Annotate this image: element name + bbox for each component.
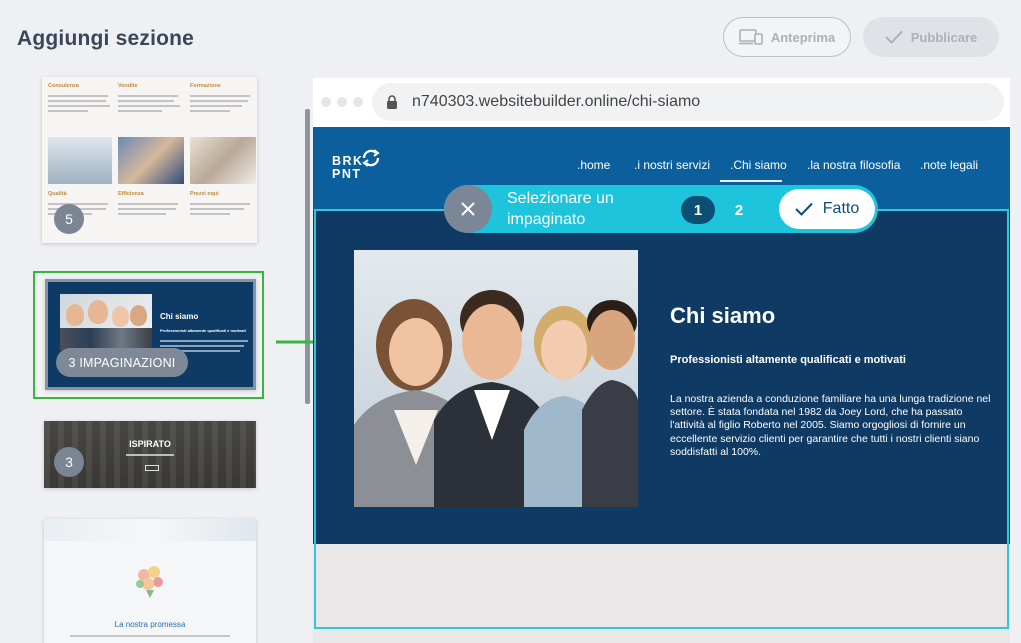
section-title: Chi siamo	[670, 303, 776, 328]
check-icon	[795, 202, 813, 216]
thumb-column: Vendite	[118, 83, 184, 115]
publish-label: Pubblicare	[910, 29, 978, 45]
section-thumbnail-inspired[interactable]: ISPIRATO 3	[44, 421, 256, 488]
active-nav-underline	[720, 180, 782, 182]
layout-option-1[interactable]: 1	[681, 196, 715, 224]
thumb-title: Chi siamo	[160, 312, 199, 321]
layout-selector-toolbar: Selezionare un impaginato 1 2 Fatto	[444, 185, 878, 233]
browser-preview: n740303.websitebuilder.online/chi-siamo …	[313, 78, 1010, 643]
done-label: Fatto	[822, 200, 860, 217]
section-subtitle: Professionisti altamente qualificati e m…	[670, 354, 906, 366]
publish-button[interactable]: Pubblicare	[863, 17, 999, 57]
nav-item-about[interactable]: .Chi siamo	[730, 158, 787, 172]
preview-button[interactable]: Anteprima	[723, 17, 851, 57]
thumb-title: ISPIRATO	[129, 439, 171, 449]
sidebar-scrollbar[interactable]	[305, 109, 310, 404]
preview-label: Anteprima	[770, 29, 836, 45]
layout-count-badge: 3	[54, 447, 84, 477]
check-icon	[885, 30, 903, 44]
close-icon	[461, 202, 475, 216]
layout-selector-label: Selezionare un impaginato	[507, 190, 614, 228]
layout-option-2[interactable]: 2	[722, 196, 756, 224]
panel-title: Aggiungi sezione	[17, 27, 195, 50]
thumb-column-heading: Consulenza	[48, 83, 79, 89]
url-text: n740303.websitebuilder.online/chi-siamo	[412, 93, 701, 110]
thumb-image	[48, 137, 112, 184]
thumb-image	[190, 137, 256, 184]
thumb-column-heading: Vendite	[118, 83, 138, 89]
section-thumbnail-promise[interactable]: La nostra promessa	[44, 519, 256, 643]
team-photo	[354, 250, 638, 507]
devices-icon	[738, 29, 763, 45]
thumb-column: Efficienza	[118, 191, 184, 218]
thumb-button	[145, 465, 159, 471]
logo-arrows-icon	[362, 149, 380, 167]
logo-line: PNT	[332, 167, 362, 181]
thumb-column-heading: Qualità	[48, 191, 67, 197]
thumb-title: La nostra promessa	[114, 620, 186, 629]
window-dot	[353, 97, 363, 107]
nav-item-services[interactable]: .i nostri servizi	[634, 158, 710, 172]
site-logo[interactable]: BRK PNT	[332, 155, 364, 181]
layout-count-badge: 5	[54, 204, 84, 234]
lock-icon	[387, 94, 397, 109]
thumb-column-heading: Formazione	[190, 83, 221, 89]
nav-item-home[interactable]: .home	[577, 158, 610, 172]
section-body-text: La nostra azienda a conduzione familiare…	[670, 393, 991, 458]
thumb-image	[118, 137, 184, 184]
layouts-count-pill: 3 IMPAGINAZIONI	[56, 348, 188, 377]
thumb-column-heading: Prezzi equi	[190, 191, 219, 197]
window-dot	[321, 97, 331, 107]
thumb-column: Consulenza	[48, 83, 114, 115]
thumb-column: Formazione	[190, 83, 256, 115]
flower-bouquet-image	[136, 566, 163, 598]
team-illustration	[354, 290, 638, 507]
done-button[interactable]: Fatto	[779, 189, 875, 229]
nav-item-philosophy[interactable]: .la nostra filosofia	[807, 158, 900, 172]
nav-item-legal[interactable]: .note legali	[920, 158, 978, 172]
close-button[interactable]	[444, 185, 492, 233]
thumb-column-heading: Efficienza	[118, 191, 144, 197]
browser-chrome: n740303.websitebuilder.online/chi-siamo	[313, 78, 1010, 127]
about-section[interactable]: Chi siamo Professionisti altamente quali…	[313, 211, 1010, 544]
thumb-column: Prezzi equi	[190, 191, 256, 218]
window-dot	[337, 97, 347, 107]
thumb-people-image	[60, 294, 152, 350]
address-bar[interactable]: n740303.websitebuilder.online/chi-siamo	[372, 83, 1004, 121]
thumb-subtitle: Professionisti altamente qualificati e m…	[160, 328, 246, 333]
section-thumbnail-services[interactable]: Consulenza Vendite Formazione Qualità Ef…	[42, 77, 257, 243]
top-bar: Aggiungi sezione Anteprima Pubblicare	[0, 0, 1021, 76]
